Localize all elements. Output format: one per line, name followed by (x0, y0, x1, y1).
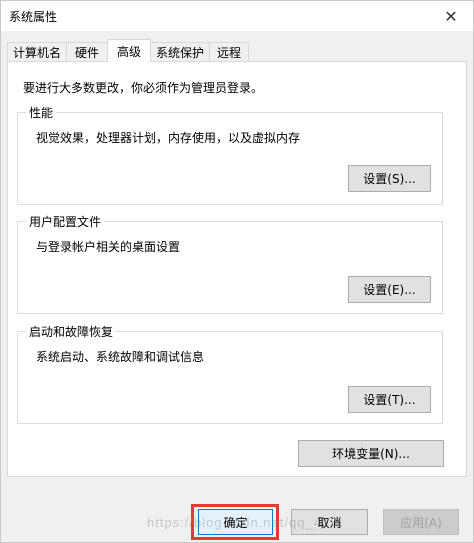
apply-button[interactable]: 应用(A) (383, 509, 459, 535)
startup-recovery-settings-button[interactable]: 设置(T)... (348, 386, 431, 413)
title-bar[interactable]: 系统属性 ✕ (1, 1, 473, 31)
tab-hardware[interactable]: 硬件 (66, 42, 108, 61)
environment-variables-button[interactable]: 环境变量(N)... (298, 440, 444, 467)
startup-recovery-group-title: 启动和故障恢复 (26, 323, 117, 340)
tab-system-protection[interactable]: 系统保护 (150, 42, 210, 61)
user-profiles-settings-button[interactable]: 设置(E)... (348, 276, 431, 303)
admin-notice: 要进行大多数更改，你必须作为管理员登录。 (23, 81, 264, 95)
performance-group-desc: 视觉效果，处理器计划，内存使用，以及虚拟内存 (36, 131, 301, 145)
ok-button[interactable]: 确定 (198, 509, 273, 535)
cancel-button[interactable]: 取消 (291, 509, 368, 535)
user-profiles-group: 用户配置文件 与登录帐户相关的桌面设置 设置(E)... (17, 213, 443, 314)
user-profiles-group-title: 用户配置文件 (26, 213, 105, 230)
performance-settings-button[interactable]: 设置(S)... (348, 165, 431, 192)
tab-strip: 计算机名 硬件 高级 系统保护 远程 (7, 39, 467, 62)
performance-group: 性能 视觉效果，处理器计划，内存使用，以及虚拟内存 设置(S)... (17, 104, 443, 205)
system-properties-window: 系统属性 ✕ 计算机名 硬件 高级 系统保护 远程 要进行大多数更改，你必须作为… (0, 0, 474, 543)
close-icon[interactable]: ✕ (429, 1, 473, 31)
startup-recovery-group: 启动和故障恢复 系统启动、系统故障和调试信息 设置(T)... (17, 323, 443, 424)
user-profiles-group-desc: 与登录帐户相关的桌面设置 (36, 240, 181, 254)
tab-computer-name[interactable]: 计算机名 (7, 42, 67, 61)
window-title: 系统属性 (9, 10, 58, 24)
tab-advanced[interactable]: 高级 (107, 39, 151, 62)
startup-recovery-group-desc: 系统启动、系统故障和调试信息 (36, 350, 205, 364)
performance-group-title: 性能 (26, 104, 57, 121)
tab-remote[interactable]: 远程 (209, 42, 249, 61)
